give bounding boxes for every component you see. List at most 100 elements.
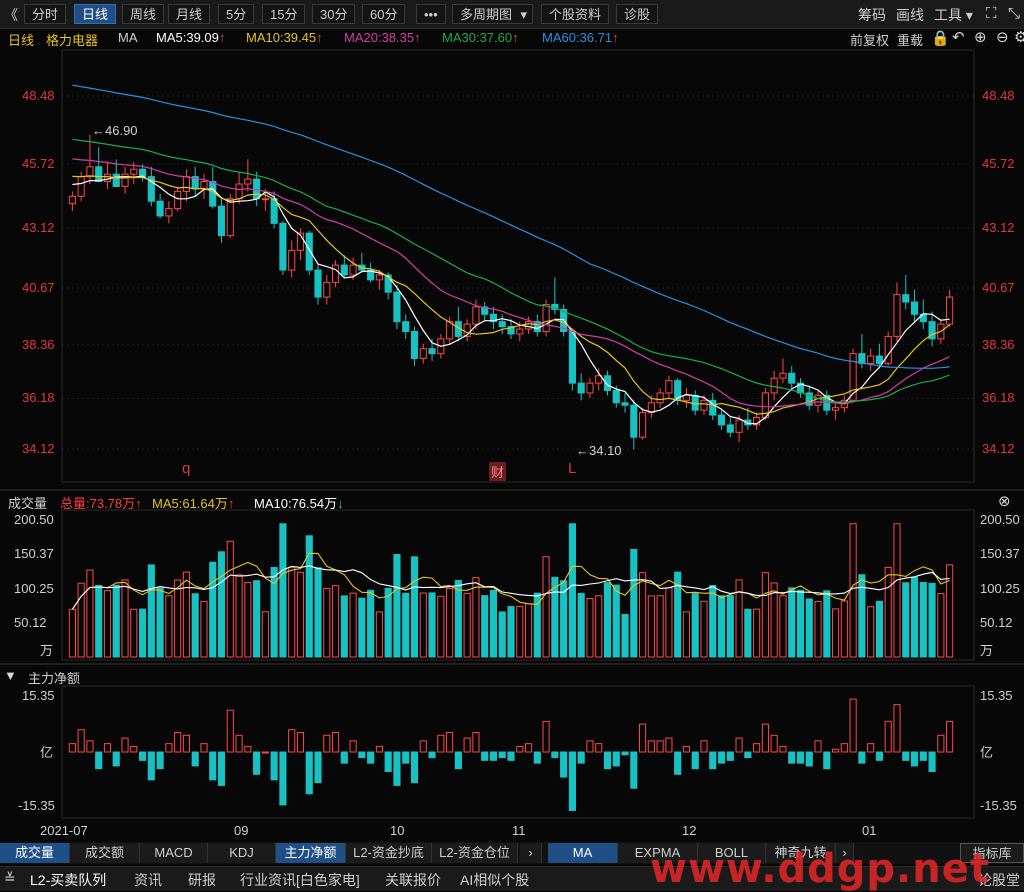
volume-axis-label: 100.25 [14, 580, 54, 596]
netflow-bar [726, 751, 734, 761]
netflow-bar [621, 751, 629, 756]
volume-ma10: MA10:76.54万↓ [254, 496, 344, 511]
candle-body [910, 301, 919, 315]
candle-body [244, 178, 252, 185]
netflow-bar [656, 740, 664, 753]
volume-bar [867, 606, 875, 658]
volume-ma10-text: MA10:76.54万 [254, 496, 338, 511]
volume-bar [314, 567, 322, 658]
netflow-bar [393, 751, 401, 786]
volume-bar [691, 593, 699, 658]
netflow-bar [261, 751, 269, 754]
candle-body [621, 402, 629, 406]
kline-chart[interactable] [0, 0, 1024, 842]
volume-bar [86, 569, 94, 658]
volume-bar [805, 598, 813, 658]
netflow-bar [542, 720, 550, 753]
netflow-bar [937, 734, 945, 753]
tab-volume[interactable]: 成交量 [0, 843, 70, 863]
volume-bar [349, 592, 357, 658]
volume-axis-label: 50.12 [14, 614, 47, 630]
candle-body [630, 404, 638, 438]
volume-bar [446, 587, 454, 658]
status-tab-l2-queue[interactable]: L2-买卖队列 [30, 870, 106, 890]
status-tab-industry-news[interactable]: 行业资讯[白色家电] [240, 870, 360, 890]
volume-bar [165, 595, 173, 658]
ma10-line [72, 175, 950, 415]
candle-body [770, 377, 778, 394]
tab-kdj[interactable]: KDJ [208, 843, 276, 863]
q-marker[interactable]: q [182, 460, 190, 477]
volume-bar [68, 608, 76, 658]
volume-bar [103, 590, 112, 658]
netflow-bar [402, 751, 410, 764]
netflow-bar [832, 748, 840, 753]
financial-report-marker[interactable]: 财 [489, 462, 507, 481]
tab-macd[interactable]: MACD [140, 843, 208, 863]
netflow-bar [700, 740, 708, 753]
candle-body [349, 264, 357, 276]
close-icon[interactable]: ⊗ [998, 492, 1011, 510]
netflow-bar [805, 751, 813, 767]
collapse-panel-icon[interactable]: ≚ [4, 870, 16, 887]
volume-bar [919, 582, 927, 658]
ma5-line [72, 175, 950, 425]
netflow-bar [630, 751, 638, 789]
volume-bar [209, 561, 217, 658]
status-tab-related-quotes[interactable]: 关联报价 [385, 870, 441, 890]
candle-body [130, 168, 138, 175]
netflow-bar [375, 745, 383, 753]
netflow-bar [367, 751, 375, 764]
status-tab-news[interactable]: 资讯 [134, 870, 162, 890]
tab-l2-bottom-fishing[interactable]: L2-资金抄底 [346, 843, 432, 863]
netflow-unit-left: 亿 [40, 745, 54, 760]
x-axis-label: 11 [512, 823, 526, 838]
tabs-next-icon[interactable]: › [520, 843, 542, 863]
high-price-text: 46.90 [105, 123, 138, 138]
netflow-bar [156, 751, 164, 770]
netflow-bar [840, 743, 848, 753]
volume-bar [770, 582, 778, 658]
volume-bar [937, 593, 945, 658]
candle-body [726, 424, 734, 433]
tab-l2-position[interactable]: L2-资金仓位 [432, 843, 518, 863]
x-axis-label: 2021-07 [40, 823, 88, 838]
tab-ma[interactable]: MA [548, 843, 618, 863]
volume-bar [875, 600, 884, 658]
candle-body [402, 321, 410, 332]
netflow-bar [884, 720, 892, 753]
netflow-bar [217, 751, 226, 786]
netflow-bar [103, 743, 112, 753]
volume-axis-label: 200.50 [980, 512, 1020, 527]
x-axis-label: 10 [390, 823, 405, 838]
status-tab-ai-similar[interactable]: AI相似个股 [460, 870, 529, 890]
volume-bar [410, 556, 419, 658]
tab-main-netflow[interactable]: 主力净额 [276, 843, 346, 863]
netflow-bar [437, 734, 445, 753]
netflow-bar [68, 743, 76, 753]
netflow-bar [331, 732, 340, 753]
netflow-bar [823, 751, 831, 770]
netflow-title: 主力净额 [28, 671, 81, 686]
netflow-bar [454, 751, 462, 770]
l-marker[interactable]: L [568, 460, 576, 477]
candle-body [174, 190, 182, 210]
volume-bar [796, 589, 805, 658]
netflow-bar [761, 723, 769, 753]
netflow-bar [910, 751, 919, 767]
netflow-bar [770, 734, 778, 753]
candle-body [261, 198, 269, 201]
volume-bar [621, 613, 629, 658]
netflow-bar [603, 751, 612, 770]
tab-turnover[interactable]: 成交额 [70, 843, 140, 863]
candle-body [779, 372, 787, 379]
netflow-bar [147, 751, 155, 781]
status-tab-research[interactable]: 研报 [188, 870, 216, 890]
volume-bar [279, 523, 287, 658]
netflow-bar [533, 751, 541, 764]
volume-bar [288, 566, 296, 658]
volume-bar [253, 580, 261, 658]
candle-body [717, 414, 726, 426]
netflow-bar [226, 709, 234, 753]
collapse-arrow-icon[interactable]: ▼ [4, 668, 17, 683]
